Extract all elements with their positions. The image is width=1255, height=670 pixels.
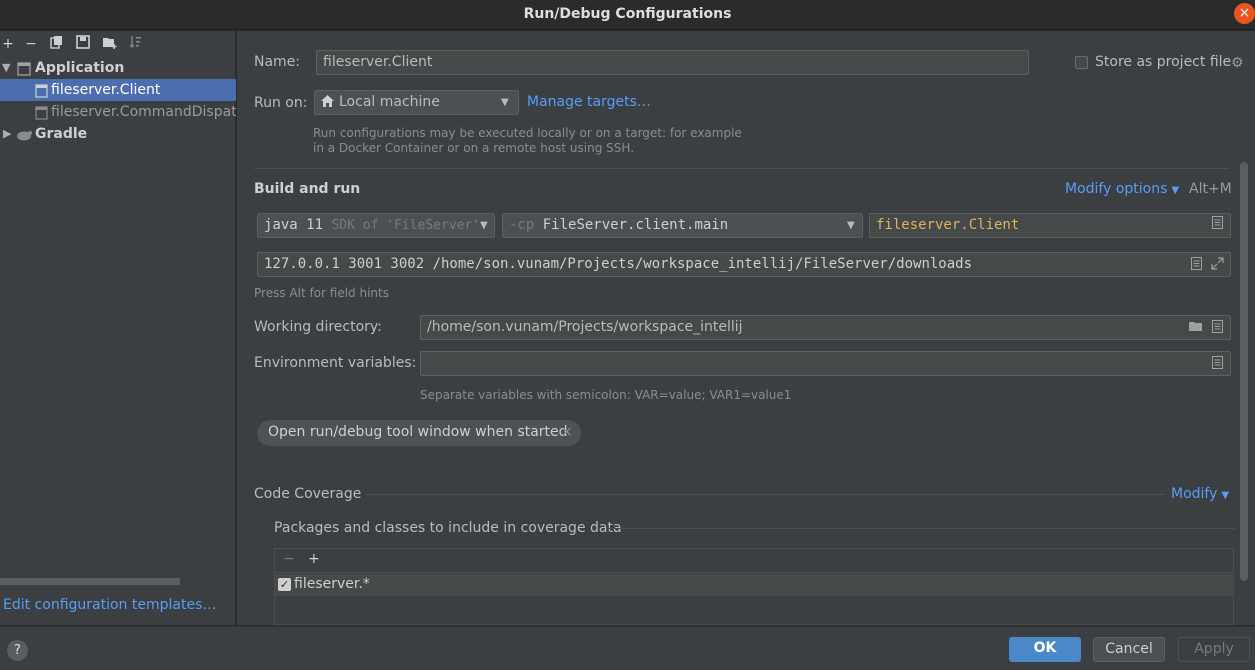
working-directory-label: Working directory: bbox=[254, 319, 382, 335]
list-item[interactable]: ✓ fileserver.* bbox=[275, 574, 1233, 596]
edit-templates-link[interactable]: Edit configuration templates… bbox=[3, 597, 216, 613]
environment-variables-label: Environment variables: bbox=[254, 355, 417, 371]
vertical-scrollbar[interactable] bbox=[1240, 162, 1248, 581]
run-on-value: Local machine bbox=[339, 94, 440, 110]
build-run-title: Build and run bbox=[254, 181, 361, 197]
classpath-value: FileServer.client.main bbox=[542, 217, 729, 233]
program-arguments-input[interactable]: 127.0.0.1 3001 3002 /home/son.vunam/Proj… bbox=[257, 252, 1231, 277]
gradle-icon bbox=[16, 127, 33, 145]
check-icon[interactable]: ✓ bbox=[278, 578, 291, 591]
browse-icon[interactable] bbox=[1191, 257, 1202, 273]
horizontal-scrollbar[interactable] bbox=[0, 578, 180, 585]
chevron-down-icon[interactable]: ▼ bbox=[480, 220, 488, 231]
environment-variables-hint: Separate variables with semicolon: VAR=v… bbox=[420, 388, 792, 402]
option-chip-label: Open run/debug tool window when started bbox=[268, 424, 568, 440]
dialog-footer: ? OK Cancel Apply bbox=[0, 626, 1255, 670]
chevron-down-icon: ▼ bbox=[1171, 185, 1180, 196]
apply-button[interactable]: Apply bbox=[1178, 637, 1250, 662]
copy-icon[interactable] bbox=[49, 35, 65, 53]
close-icon[interactable]: × bbox=[561, 424, 573, 440]
configuration-form: Name: fileserver.Client Store as project… bbox=[237, 31, 1255, 625]
tree-item-fileserver-commanddispatcher[interactable]: fileserver.CommandDispatcher bbox=[0, 101, 236, 123]
option-chip[interactable]: Open run/debug tool window when started … bbox=[257, 420, 581, 446]
modify-options-link[interactable]: Modify options ▼ bbox=[1065, 181, 1179, 197]
close-button[interactable]: × bbox=[1234, 3, 1255, 24]
packages-title: Packages and classes to include in cover… bbox=[274, 520, 622, 536]
chevron-down-icon[interactable]: ▼ bbox=[501, 97, 509, 108]
modify-options-label: Modify options bbox=[1065, 181, 1168, 197]
config-icon bbox=[35, 83, 48, 101]
gear-icon[interactable]: ⚙ bbox=[1231, 55, 1244, 71]
packages-list: − + ✓ fileserver.* bbox=[274, 548, 1234, 625]
tree-group-label: Application bbox=[35, 60, 125, 76]
jdk-sdk-name: SDK of 'FileServer' bbox=[331, 218, 481, 233]
tree-group-gradle[interactable]: ▶ Gradle bbox=[0, 123, 236, 145]
browse-icon[interactable] bbox=[1212, 320, 1223, 336]
browse-icon[interactable] bbox=[1212, 216, 1223, 232]
classpath-select[interactable]: -cp FileServer.client.main bbox=[502, 213, 863, 238]
run-on-hint-line-1: Run configurations may be executed local… bbox=[313, 126, 742, 140]
packages-toolbar: − + bbox=[275, 549, 1233, 573]
tree-group-application[interactable]: ▼ Application bbox=[0, 57, 236, 79]
new-folder-icon[interactable] bbox=[102, 35, 118, 53]
tree-group-label: Gradle bbox=[35, 126, 88, 142]
add-package-icon[interactable]: + bbox=[308, 551, 320, 567]
sort-icon[interactable] bbox=[128, 35, 144, 53]
store-project-label: Store as project file bbox=[1095, 54, 1232, 70]
chevron-down-icon[interactable]: ▼ bbox=[2, 57, 10, 79]
name-input[interactable]: fileserver.Client bbox=[316, 50, 1029, 75]
configurations-sidebar: + − ▼ Application fileserver.Client file… bbox=[0, 31, 236, 625]
chevron-right-icon[interactable]: ▶ bbox=[3, 123, 11, 145]
remove-icon[interactable]: − bbox=[23, 35, 39, 53]
save-icon[interactable] bbox=[75, 35, 91, 53]
config-icon bbox=[35, 105, 48, 123]
divider bbox=[254, 168, 1229, 169]
classpath-prefix: -cp bbox=[509, 217, 535, 233]
store-project-checkbox[interactable] bbox=[1075, 56, 1088, 69]
manage-targets-link[interactable]: Manage targets… bbox=[527, 94, 651, 110]
tree-item-fileserver-client[interactable]: fileserver.Client bbox=[0, 79, 236, 101]
add-icon[interactable]: + bbox=[0, 35, 16, 53]
modify-options-shortcut: Alt+M bbox=[1189, 181, 1232, 197]
tree-item-label: fileserver.Client bbox=[51, 82, 161, 98]
code-coverage-title: Code Coverage bbox=[254, 486, 362, 502]
run-on-select[interactable]: Local machine bbox=[314, 90, 519, 115]
coverage-modify-label: Modify bbox=[1171, 486, 1218, 502]
browse-icon[interactable] bbox=[1212, 356, 1223, 372]
window-title: Run/Debug Configurations bbox=[523, 6, 732, 22]
ok-button[interactable]: OK bbox=[1009, 637, 1081, 662]
name-label: Name: bbox=[254, 54, 301, 70]
environment-variables-input[interactable] bbox=[420, 351, 1231, 376]
jdk-version: java 11 bbox=[264, 217, 324, 233]
chevron-down-icon: ▼ bbox=[1221, 490, 1230, 501]
run-on-label: Run on: bbox=[254, 95, 308, 111]
field-hints-text: Press Alt for field hints bbox=[254, 286, 389, 300]
folder-icon[interactable] bbox=[1189, 321, 1203, 335]
coverage-modify-link[interactable]: Modify ▼ bbox=[1171, 486, 1229, 502]
main-class-input[interactable]: fileserver.Client bbox=[869, 213, 1231, 238]
chevron-down-icon[interactable]: ▼ bbox=[847, 220, 855, 231]
expand-icon[interactable] bbox=[1211, 257, 1224, 273]
divider bbox=[607, 528, 1235, 529]
remove-icon[interactable]: − bbox=[283, 551, 295, 567]
application-icon bbox=[17, 61, 31, 79]
home-icon bbox=[321, 95, 334, 111]
tree-item-label: fileserver.CommandDispatcher bbox=[51, 104, 236, 120]
cancel-button[interactable]: Cancel bbox=[1093, 637, 1165, 662]
working-directory-input[interactable]: /home/son.vunam/Projects/workspace_intel… bbox=[420, 315, 1231, 340]
divider bbox=[365, 494, 1165, 495]
package-label: fileserver.* bbox=[294, 576, 370, 592]
help-button[interactable]: ? bbox=[7, 640, 28, 661]
run-on-hint-line-2: in a Docker Container or on a remote hos… bbox=[313, 141, 635, 155]
jdk-select[interactable]: java 11 SDK of 'FileServer' bbox=[257, 213, 495, 238]
